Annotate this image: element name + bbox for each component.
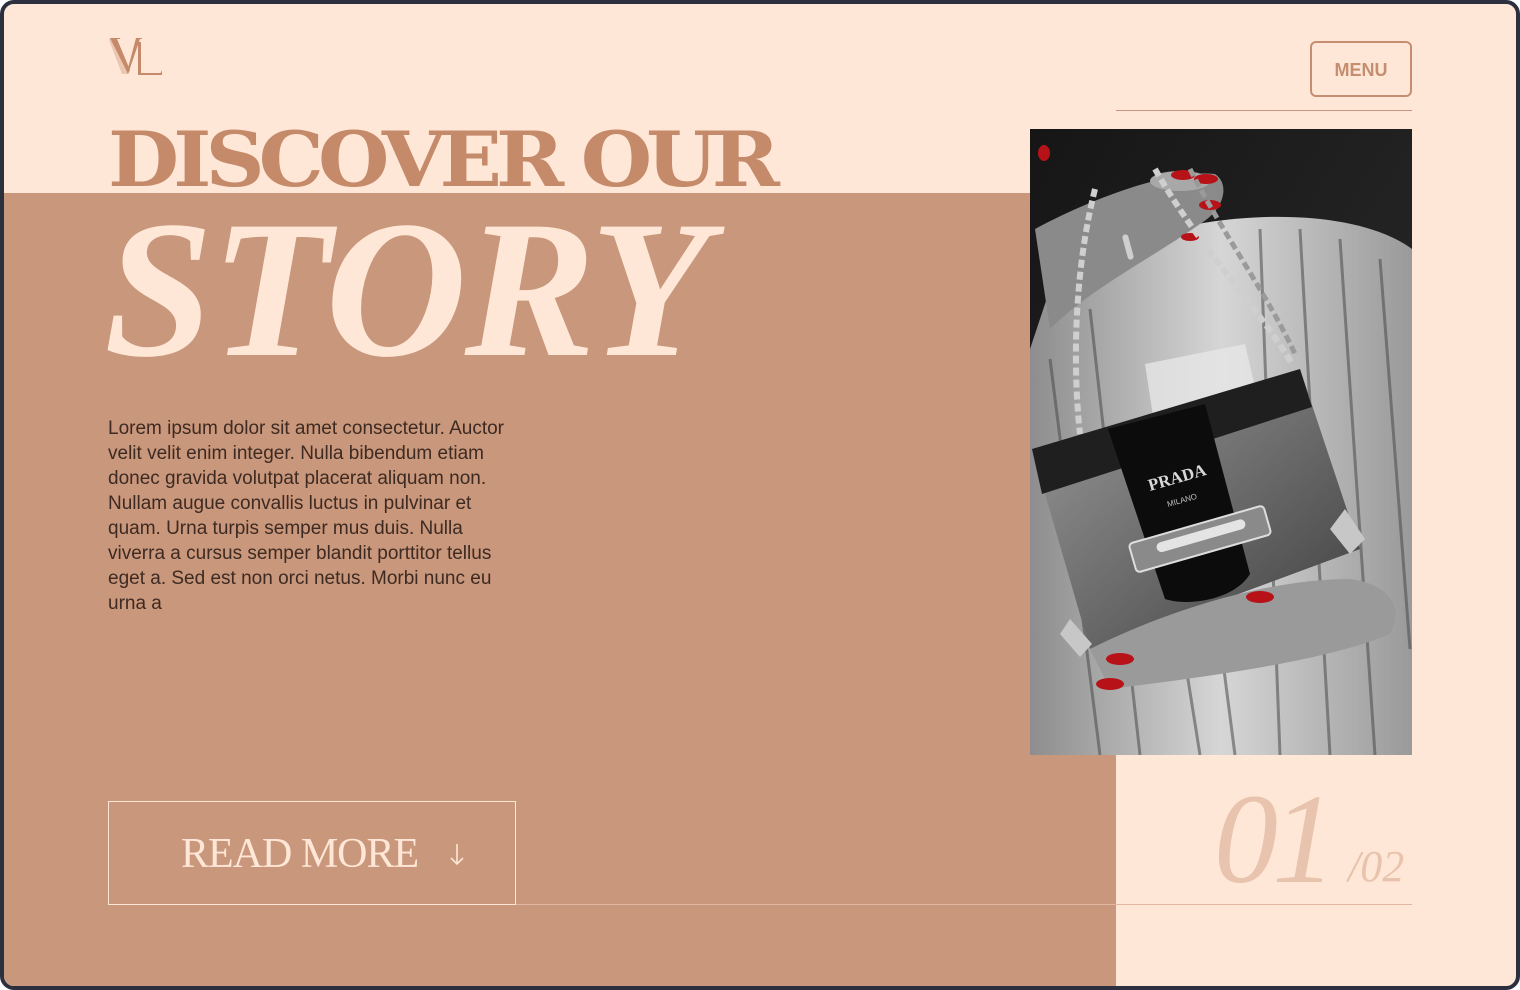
hero-page: MENU DISCOVER OUR STORY Lorem ipsum dolo… — [0, 0, 1520, 990]
handbag-image: PRADA MILANO — [1030, 129, 1412, 755]
header-divider — [1116, 110, 1412, 111]
page-current: 01 — [1214, 768, 1336, 910]
menu-button[interactable]: MENU — [1310, 41, 1412, 97]
arrow-down-icon — [450, 844, 464, 866]
brand-logo[interactable] — [108, 34, 164, 82]
product-photo: PRADA MILANO — [1030, 129, 1412, 755]
read-more-button[interactable]: READ MORE — [108, 801, 516, 905]
hero-description: Lorem ipsum dolor sit amet consectetur. … — [108, 418, 505, 614]
headline-bottom: STORY — [104, 181, 710, 398]
page-total: /02 — [1348, 842, 1405, 891]
read-more-label: READ MORE — [181, 831, 419, 877]
